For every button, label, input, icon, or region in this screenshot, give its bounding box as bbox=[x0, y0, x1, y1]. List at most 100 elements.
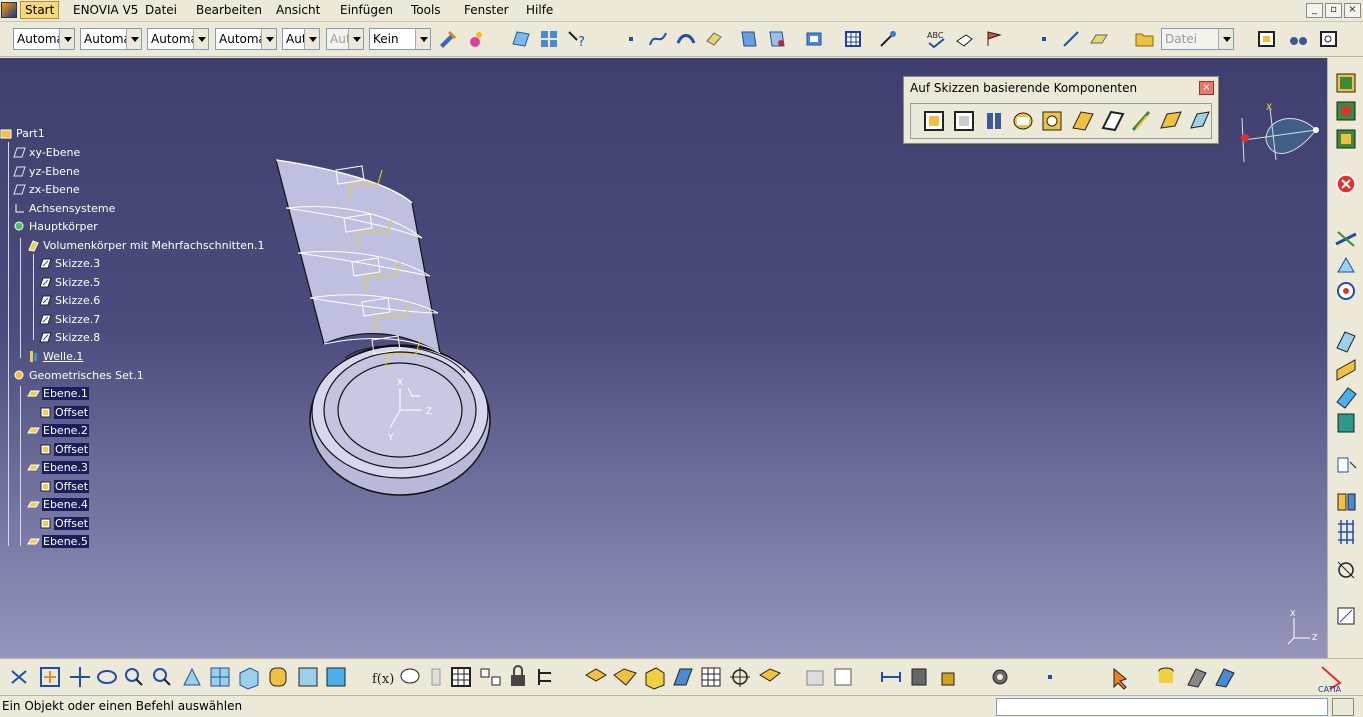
groove-icon[interactable] bbox=[1013, 112, 1033, 130]
sketcher-icon[interactable] bbox=[1336, 73, 1356, 93]
view-frame-icon[interactable] bbox=[1256, 28, 1278, 50]
block-icon[interactable] bbox=[759, 668, 781, 682]
press-icon[interactable] bbox=[911, 668, 927, 686]
color-combo[interactable]: Automa bbox=[13, 28, 75, 50]
measure-tool-icon[interactable] bbox=[1337, 607, 1355, 625]
multi-view-icon[interactable] bbox=[210, 667, 230, 687]
tree-node-sketch[interactable]: Skizze.6 bbox=[39, 292, 101, 308]
menu-fenster[interactable]: Fenster bbox=[464, 3, 509, 17]
swap-space-icon[interactable] bbox=[326, 667, 346, 687]
point-icon[interactable] bbox=[620, 28, 642, 50]
pan-icon[interactable] bbox=[70, 667, 90, 687]
layer-combo[interactable]: Aut bbox=[326, 28, 364, 50]
close-toolbar-button[interactable]: × bbox=[1199, 81, 1214, 95]
annotation-icon[interactable] bbox=[954, 28, 976, 50]
line-icon[interactable] bbox=[1060, 28, 1082, 50]
box-icon[interactable] bbox=[645, 667, 665, 690]
tree-node-plane[interactable]: Ebene.1 bbox=[27, 385, 89, 401]
translate-icon[interactable] bbox=[1337, 493, 1356, 511]
formula-icon[interactable]: f(x) bbox=[372, 672, 394, 687]
analysis-icon[interactable] bbox=[1187, 668, 1207, 688]
shading-icon[interactable] bbox=[269, 667, 287, 687]
zoom-out-icon[interactable] bbox=[153, 668, 171, 686]
iso-view-icon[interactable] bbox=[239, 667, 259, 690]
binoculars-icon[interactable] bbox=[1288, 28, 1310, 50]
fly-mode-icon[interactable] bbox=[11, 670, 27, 684]
menu-datei[interactable]: Datei bbox=[145, 3, 177, 17]
tree-node-sketch[interactable]: Skizze.7 bbox=[39, 311, 101, 327]
tree-node-shaft[interactable]: Welle.1 bbox=[27, 348, 84, 364]
tree-node-offset[interactable]: Offset bbox=[39, 404, 90, 420]
flag-note-icon[interactable] bbox=[984, 28, 1006, 50]
split-icon[interactable] bbox=[1337, 457, 1357, 473]
tree-node-plane[interactable]: Ebene.4 bbox=[27, 496, 89, 512]
open-folder-icon[interactable] bbox=[1134, 28, 1156, 50]
command-input[interactable] bbox=[996, 698, 1328, 716]
linetype-combo[interactable]: Automa bbox=[147, 28, 209, 50]
pad-tool-icon[interactable] bbox=[585, 668, 607, 682]
pad-icon[interactable] bbox=[924, 111, 944, 131]
table-view-icon[interactable] bbox=[834, 668, 852, 686]
tree-node-offset[interactable]: Offset bbox=[39, 441, 90, 457]
lineweight-combo[interactable]: Automa bbox=[215, 28, 277, 50]
removed-multisection-icon[interactable] bbox=[1190, 111, 1210, 129]
painter-icon[interactable] bbox=[436, 28, 458, 50]
spline-icon[interactable] bbox=[647, 28, 669, 50]
axis-tool-icon[interactable] bbox=[1335, 231, 1357, 247]
tree-node-plane[interactable]: xy-Ebene bbox=[13, 144, 81, 160]
positioned-sketch-icon[interactable] bbox=[766, 28, 788, 50]
menu-enovia[interactable]: ENOVIA V5 bbox=[73, 3, 138, 17]
sketch-based-features-toolbar[interactable]: Auf Skizzen basierende Komponenten × bbox=[903, 76, 1219, 144]
pocket-icon[interactable] bbox=[954, 111, 974, 131]
knowledge-icon[interactable] bbox=[431, 668, 441, 686]
solid-tool-icon[interactable] bbox=[613, 668, 637, 686]
tree-node-offset[interactable]: Offset bbox=[39, 515, 90, 531]
small-point-icon[interactable] bbox=[1033, 28, 1055, 50]
menu-ansicht[interactable]: Ansicht bbox=[276, 3, 320, 17]
normal-view-icon[interactable] bbox=[183, 667, 201, 686]
pattern-icon[interactable] bbox=[1338, 520, 1354, 544]
design-table-icon[interactable] bbox=[451, 667, 471, 687]
surface-icon[interactable] bbox=[675, 28, 697, 50]
relations-icon[interactable] bbox=[480, 668, 501, 686]
plane-icon[interactable] bbox=[510, 28, 532, 50]
menu-hilfe[interactable]: Hilfe bbox=[526, 3, 553, 17]
close-window-button[interactable]: × bbox=[1344, 3, 1361, 18]
tree-node-sketch[interactable]: Skizze.5 bbox=[39, 274, 101, 290]
cylinder-icon[interactable] bbox=[1158, 667, 1174, 683]
dimension-icon[interactable] bbox=[881, 672, 901, 682]
mirror-icon[interactable] bbox=[1337, 561, 1355, 579]
tree-node-plane[interactable]: Ebene.3 bbox=[27, 459, 89, 475]
draft-analysis-icon[interactable] bbox=[1215, 668, 1235, 688]
snap-icon[interactable] bbox=[1337, 282, 1355, 300]
render-style-combo[interactable]: Kein bbox=[369, 28, 431, 50]
fillet-icon[interactable] bbox=[1336, 359, 1356, 381]
tree-node-plane[interactable]: Ebene.5 bbox=[27, 533, 89, 549]
tree-node-part[interactable]: Part1 bbox=[0, 125, 46, 141]
rib-icon[interactable] bbox=[1072, 111, 1094, 131]
lock-icon[interactable] bbox=[511, 665, 525, 686]
plane-tool-icon[interactable] bbox=[1088, 28, 1110, 50]
menu-start[interactable]: Start bbox=[20, 1, 60, 19]
catia-logo-icon[interactable] bbox=[1, 2, 17, 18]
comment-icon[interactable] bbox=[400, 668, 420, 684]
shaft-icon[interactable] bbox=[987, 113, 1001, 129]
rotate-icon[interactable] bbox=[97, 670, 117, 684]
transparency-combo[interactable]: Automa bbox=[80, 28, 142, 50]
slot-icon[interactable] bbox=[1101, 110, 1125, 132]
weight-icon[interactable] bbox=[941, 672, 955, 686]
help-icon[interactable]: ? bbox=[566, 28, 588, 50]
restore-button[interactable]: ▫ bbox=[1325, 3, 1342, 18]
tree-node-multisection-solid[interactable]: Volumenkörper mit Mehrfachschnitten.1 bbox=[27, 237, 266, 253]
multi-view-icon[interactable] bbox=[538, 28, 560, 50]
part-body-icon[interactable] bbox=[1336, 129, 1356, 149]
scan-icon[interactable] bbox=[806, 670, 824, 686]
law-icon[interactable] bbox=[538, 669, 551, 685]
tree-node-body[interactable]: Hauptkörper bbox=[13, 218, 99, 234]
grid-icon[interactable] bbox=[701, 667, 721, 687]
compass-icon[interactable]: X bbox=[1236, 100, 1326, 180]
3d-model[interactable]: X Z Y bbox=[250, 148, 950, 658]
multisection-solid-icon[interactable] bbox=[1160, 111, 1182, 129]
hole-icon[interactable] bbox=[1042, 111, 1062, 131]
sketch-icon[interactable] bbox=[738, 28, 760, 50]
